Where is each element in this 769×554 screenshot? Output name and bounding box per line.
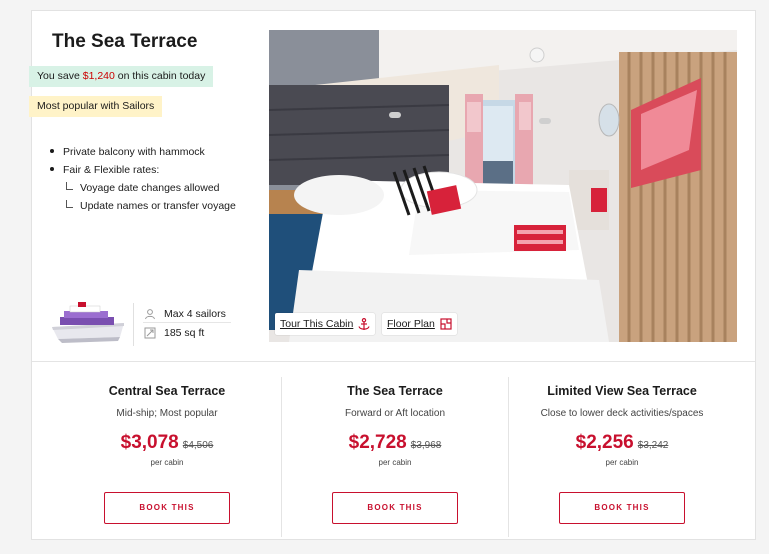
size-text: 185 sq ft: [164, 327, 205, 339]
anchor-icon: [358, 317, 370, 330]
option-original-price: $3,968: [410, 440, 442, 451]
floor-plan-label: Floor Plan: [387, 318, 435, 330]
feature-text: Fair & Flexible rates:: [63, 164, 160, 176]
bullet-icon: [50, 167, 54, 172]
cabin-photo: [269, 30, 737, 342]
option-price: $2,728: [348, 432, 407, 453]
option-description: Close to lower deck activities/spaces: [540, 408, 704, 419]
savings-amount: $1,240: [82, 70, 115, 82]
max-sailors-text: Max 4 sailors: [164, 308, 226, 320]
option-price-unit: per cabin: [150, 458, 184, 467]
sub-arrow-icon: [66, 182, 73, 191]
cabin-card: The Sea Terrace You save $1,240 on this …: [29, 10, 756, 540]
option-price: $3,078: [120, 432, 179, 453]
option-price-line: $2,728 $3,968: [282, 432, 508, 454]
popular-badge: Most popular with Sailors: [29, 96, 163, 117]
tour-cabin-label: Tour This Cabin: [280, 318, 354, 330]
bullet-icon: [50, 149, 54, 154]
section-divider: [32, 361, 755, 362]
stats-separator: [143, 322, 231, 323]
sub-arrow-icon: [66, 200, 73, 209]
option-price-unit: per cabin: [378, 458, 412, 467]
sub-feature-text: Voyage date changes allowed: [80, 182, 220, 194]
book-this-button[interactable]: BOOK THIS: [104, 492, 230, 524]
feature-item: Fair & Flexible rates:: [50, 161, 236, 179]
book-this-button[interactable]: BOOK THIS: [332, 492, 458, 524]
floor-plan-button[interactable]: Floor Plan: [382, 313, 457, 335]
sub-feature-item: Update names or transfer voyage: [50, 197, 236, 215]
savings-badge: You save $1,240 on this cabin today: [29, 66, 214, 87]
size-stat: 185 sq ft: [143, 326, 204, 340]
floor-plan-icon: [440, 318, 452, 330]
feature-item: Private balcony with hammock: [50, 143, 236, 161]
option-description: Forward or Aft location: [344, 408, 446, 419]
feature-list: Private balcony with hammock Fair & Flex…: [50, 143, 236, 215]
user-icon: [143, 307, 157, 321]
cabin-title: The Sea Terrace: [52, 31, 198, 52]
option-original-price: $3,242: [637, 440, 669, 451]
area-icon: [143, 326, 157, 340]
option-name: The Sea Terrace: [347, 384, 443, 398]
option-original-price: $4,506: [182, 440, 214, 451]
option-name: Limited View Sea Terrace: [547, 384, 697, 398]
option-the-sea-terrace: The Sea Terrace Forward or Aft location …: [281, 377, 508, 537]
option-central-sea-terrace: Central Sea Terrace Mid-ship; Most popul…: [54, 377, 280, 537]
sub-feature-text: Update names or transfer voyage: [80, 200, 236, 212]
option-description: Mid-ship; Most popular: [116, 408, 218, 419]
option-limited-view-sea-terrace: Limited View Sea Terrace Close to lower …: [508, 377, 735, 537]
option-price: $2,256: [575, 432, 634, 453]
option-price-line: $3,078 $4,506: [54, 432, 280, 454]
stats-divider: [133, 303, 134, 346]
option-name: Central Sea Terrace: [108, 384, 226, 398]
savings-prefix: You save: [37, 70, 83, 82]
ship-icon: [52, 302, 124, 343]
tour-cabin-button[interactable]: Tour This Cabin: [275, 313, 376, 335]
option-price-unit: per cabin: [605, 458, 639, 467]
book-this-button[interactable]: BOOK THIS: [559, 492, 685, 524]
option-price-line: $2,256 $3,242: [509, 432, 735, 454]
feature-text: Private balcony with hammock: [63, 146, 205, 158]
savings-suffix: on this cabin today: [114, 70, 206, 82]
max-sailors-stat: Max 4 sailors: [143, 307, 226, 321]
sub-feature-item: Voyage date changes allowed: [50, 179, 236, 197]
